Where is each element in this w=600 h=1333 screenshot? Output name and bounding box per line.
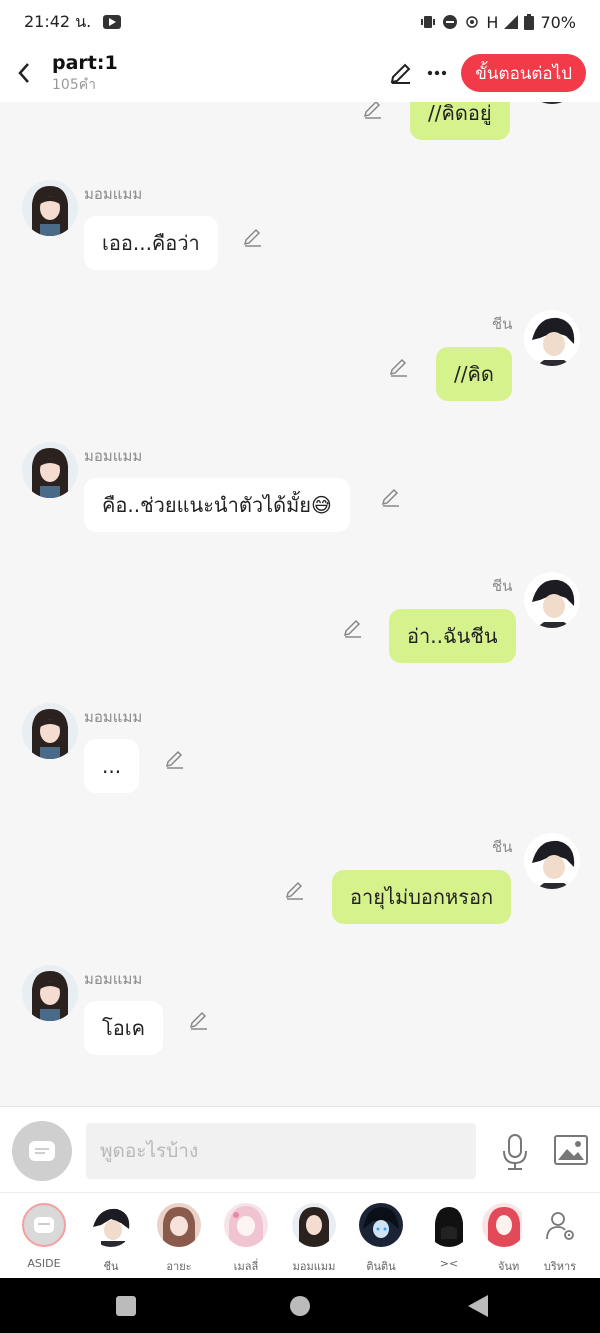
character-item[interactable]: >< <box>419 1203 479 1270</box>
character-item[interactable]: จันท <box>482 1203 522 1275</box>
network-type: H <box>486 12 499 32</box>
mic-icon[interactable] <box>500 1133 530 1171</box>
hotspot-icon <box>466 16 479 28</box>
image-icon[interactable] <box>554 1135 588 1165</box>
pencil-icon[interactable] <box>342 617 364 639</box>
back-button[interactable] <box>4 44 44 102</box>
message-bubble[interactable]: อ่า..ฉันชีน <box>389 609 516 663</box>
system-nav-bar <box>0 1278 600 1333</box>
character-item[interactable]: เมลลี่ <box>216 1203 276 1275</box>
message-bubble[interactable]: คือ..ช่วยแนะนำตัวได้มั้ย😅 <box>84 478 350 532</box>
avatar[interactable] <box>524 572 580 628</box>
aside-icon <box>34 1217 54 1233</box>
aside-icon <box>29 1141 55 1161</box>
message-bubble[interactable]: //คิดอยู่ <box>410 102 510 140</box>
sender-name: มอมแมม <box>84 447 143 465</box>
avatar[interactable] <box>22 965 78 1021</box>
avatar[interactable] <box>524 833 580 889</box>
message-bubble[interactable]: โอเค <box>84 1001 163 1055</box>
character-bar: ASIDE ชีน อายะ เมลลี่ มอมแมม ตินติน >< จ… <box>0 1192 600 1278</box>
more-icon[interactable] <box>427 70 447 76</box>
battery-level: 70% <box>540 12 576 32</box>
status-bar: 21:42 น. H 70% <box>0 0 600 44</box>
character-aside[interactable]: ASIDE <box>14 1203 74 1270</box>
vibrate-icon <box>421 16 436 28</box>
page-title: part:1 <box>52 52 118 74</box>
home-icon[interactable] <box>290 1296 310 1316</box>
word-count: 105คำ <box>52 77 96 93</box>
system-back-icon[interactable] <box>468 1295 488 1317</box>
chat-area[interactable]: //คิดอยู่ มอมแมม เออ...คือว่า ชีน //คิด … <box>0 102 600 1106</box>
sender-name: มอมแมม <box>84 185 143 203</box>
character-label: จันท <box>498 1260 520 1273</box>
character-label: เมลลี่ <box>233 1260 259 1273</box>
sender-name: ชีน <box>492 577 513 595</box>
pencil-icon[interactable] <box>362 102 384 120</box>
manage-characters-button[interactable]: บริหาร <box>530 1203 590 1275</box>
character-item[interactable]: มอมแมม <box>284 1203 344 1275</box>
pencil-icon[interactable] <box>380 486 402 508</box>
recents-icon[interactable] <box>116 1296 136 1316</box>
status-time: 21:42 น. <box>24 11 92 31</box>
aside-button[interactable] <box>12 1121 72 1181</box>
battery-icon <box>524 14 535 30</box>
pencil-icon[interactable] <box>188 1009 210 1031</box>
avatar[interactable] <box>524 102 580 104</box>
avatar[interactable] <box>524 310 580 366</box>
manage-icon <box>546 1212 574 1240</box>
pencil-icon[interactable] <box>164 748 186 770</box>
chat-header: part:1 105คำ ขั้นตอนต่อไป <box>0 44 600 102</box>
sender-name: มอมแมม <box>84 970 143 988</box>
back-icon <box>18 63 29 83</box>
pencil-icon[interactable] <box>284 879 306 901</box>
avatar[interactable] <box>22 442 78 498</box>
dnd-icon <box>443 15 458 29</box>
avatar[interactable] <box>22 703 78 759</box>
character-label: อายะ <box>166 1260 192 1273</box>
character-item[interactable]: ตินติน <box>351 1203 411 1275</box>
character-item[interactable]: อายะ <box>149 1203 209 1275</box>
input-bar <box>0 1106 600 1192</box>
character-label: ASIDE <box>27 1257 61 1270</box>
pencil-icon[interactable] <box>388 356 410 378</box>
title-box: part:1 105คำ <box>52 52 118 94</box>
message-input[interactable] <box>86 1123 476 1179</box>
character-label: มอมแมม <box>292 1260 336 1273</box>
sender-name: ชีน <box>492 838 513 856</box>
signal-icon <box>504 15 519 29</box>
message-bubble[interactable]: ... <box>84 739 140 793</box>
next-step-button[interactable]: ขั้นตอนต่อไป <box>461 54 586 92</box>
character-item[interactable]: ชีน <box>81 1203 141 1275</box>
message-bubble[interactable]: อายุไม่บอกหรอก <box>332 870 512 924</box>
character-label: บริหาร <box>543 1260 577 1273</box>
message-bubble[interactable]: //คิด <box>436 347 512 401</box>
character-label: ชีน <box>103 1260 119 1273</box>
youtube-notification-icon <box>103 15 122 29</box>
message-bubble[interactable]: เออ...คือว่า <box>84 216 218 270</box>
sender-name: มอมแมม <box>84 708 143 726</box>
header-actions: ขั้นตอนต่อไป <box>389 54 586 92</box>
status-icons: H 70% <box>420 13 576 32</box>
sender-name: ชีน <box>492 315 513 333</box>
character-label: >< <box>439 1257 459 1270</box>
pencil-icon[interactable] <box>242 226 264 248</box>
character-label: ตินติน <box>366 1260 396 1273</box>
edit-icon[interactable] <box>389 61 413 85</box>
avatar[interactable] <box>22 180 78 236</box>
